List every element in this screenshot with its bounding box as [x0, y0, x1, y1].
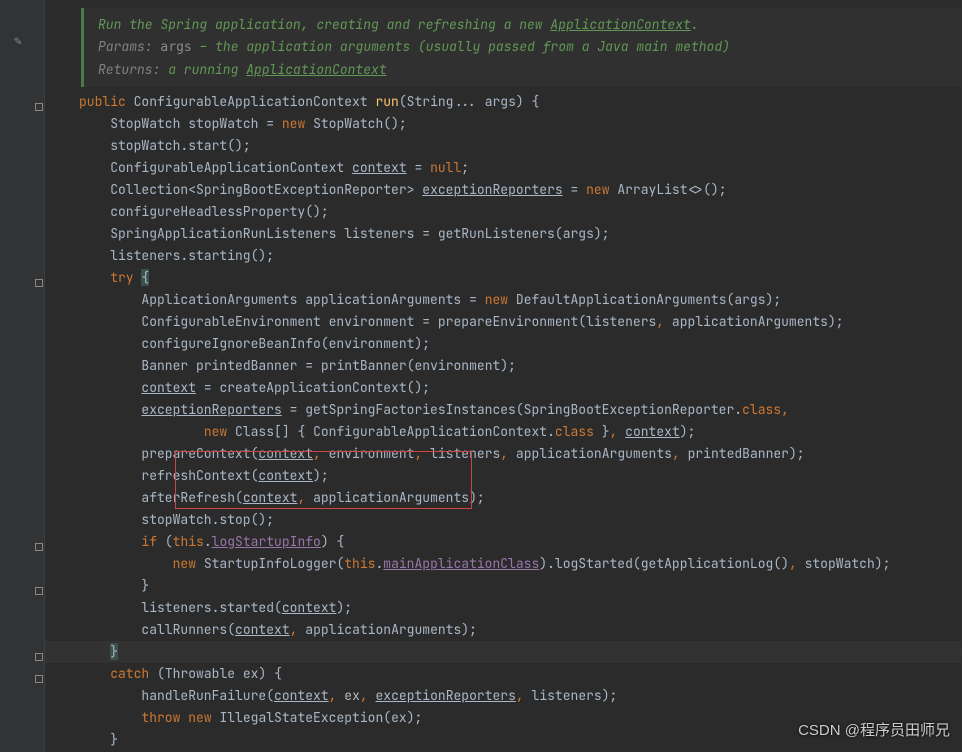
code-editor[interactable]: Run the Spring application, creating and…: [45, 0, 962, 752]
doc-text: Run the Spring application, creating and…: [98, 16, 550, 33]
code-line[interactable]: ApplicationArguments applicationArgument…: [45, 289, 962, 311]
fold-toggle[interactable]: [35, 543, 43, 551]
code-line[interactable]: new Class[] { ConfigurableApplicationCon…: [45, 421, 962, 443]
code-line[interactable]: public ConfigurableApplicationContext ru…: [45, 91, 962, 113]
code-line[interactable]: try {: [45, 267, 962, 289]
code-line[interactable]: exceptionReporters = getSpringFactoriesI…: [45, 399, 962, 421]
code-line[interactable]: if (this.logStartupInfo) {: [45, 531, 962, 553]
code-line[interactable]: stopWatch.stop();: [45, 509, 962, 531]
code-line[interactable]: listeners.started(context);: [45, 597, 962, 619]
code-line[interactable]: refreshContext(context);: [45, 465, 962, 487]
csdn-watermark: CSDN @程序员田师兄: [798, 719, 950, 740]
code-line[interactable]: SpringApplicationRunListeners listeners …: [45, 223, 962, 245]
fold-toggle[interactable]: [35, 653, 43, 661]
code-line[interactable]: configureHeadlessProperty();: [45, 201, 962, 223]
code-line[interactable]: callRunners(context, applicationArgument…: [45, 619, 962, 641]
javadoc-block: Run the Spring application, creating and…: [81, 8, 962, 87]
code-line[interactable]: }: [45, 641, 962, 663]
doc-param-name: args: [160, 40, 191, 55]
doc-text: a running: [160, 61, 246, 78]
code-line[interactable]: configureIgnoreBeanInfo(environment);: [45, 333, 962, 355]
code-line[interactable]: context = createApplicationContext();: [45, 377, 962, 399]
code-line[interactable]: }: [45, 575, 962, 597]
javadoc-line: Params: args – the application arguments…: [98, 36, 952, 59]
gutter: ✎: [0, 0, 45, 752]
fold-toggle[interactable]: [35, 587, 43, 595]
code-line[interactable]: Collection<SpringBootExceptionReporter> …: [45, 179, 962, 201]
doc-text: – the application arguments (usually pas…: [192, 38, 730, 55]
code-line[interactable]: catch (Throwable ex) {: [45, 663, 962, 685]
fold-toggle[interactable]: [35, 675, 43, 683]
fold-toggle[interactable]: [35, 279, 43, 287]
doc-link: ApplicationContext: [550, 16, 690, 33]
code-line[interactable]: Banner printedBanner = printBanner(envir…: [45, 355, 962, 377]
doc-text: .: [691, 16, 699, 33]
javadoc-line: Run the Spring application, creating and…: [98, 14, 952, 36]
doc-link: ApplicationContext: [246, 61, 386, 78]
code-line[interactable]: ConfigurableApplicationContext context =…: [45, 157, 962, 179]
javadoc-line: Returns: a running ApplicationContext: [98, 59, 952, 81]
code-line[interactable]: listeners.starting();: [45, 245, 962, 267]
doc-params-label: Params:: [98, 38, 153, 55]
code-line[interactable]: afterRefresh(context, applicationArgumen…: [45, 487, 962, 509]
code-line[interactable]: ConfigurableEnvironment environment = pr…: [45, 311, 962, 333]
code-line[interactable]: StopWatch stopWatch = new StopWatch();: [45, 113, 962, 135]
code-line[interactable]: new StartupInfoLogger(this.mainApplicati…: [45, 553, 962, 575]
code-line[interactable]: handleRunFailure(context, ex, exceptionR…: [45, 685, 962, 707]
fold-toggle[interactable]: [35, 103, 43, 111]
doc-returns-label: Returns:: [98, 61, 160, 78]
edit-icon: ✎: [14, 32, 22, 49]
code-line[interactable]: stopWatch.start();: [45, 135, 962, 157]
code-line[interactable]: prepareContext(context, environment, lis…: [45, 443, 962, 465]
